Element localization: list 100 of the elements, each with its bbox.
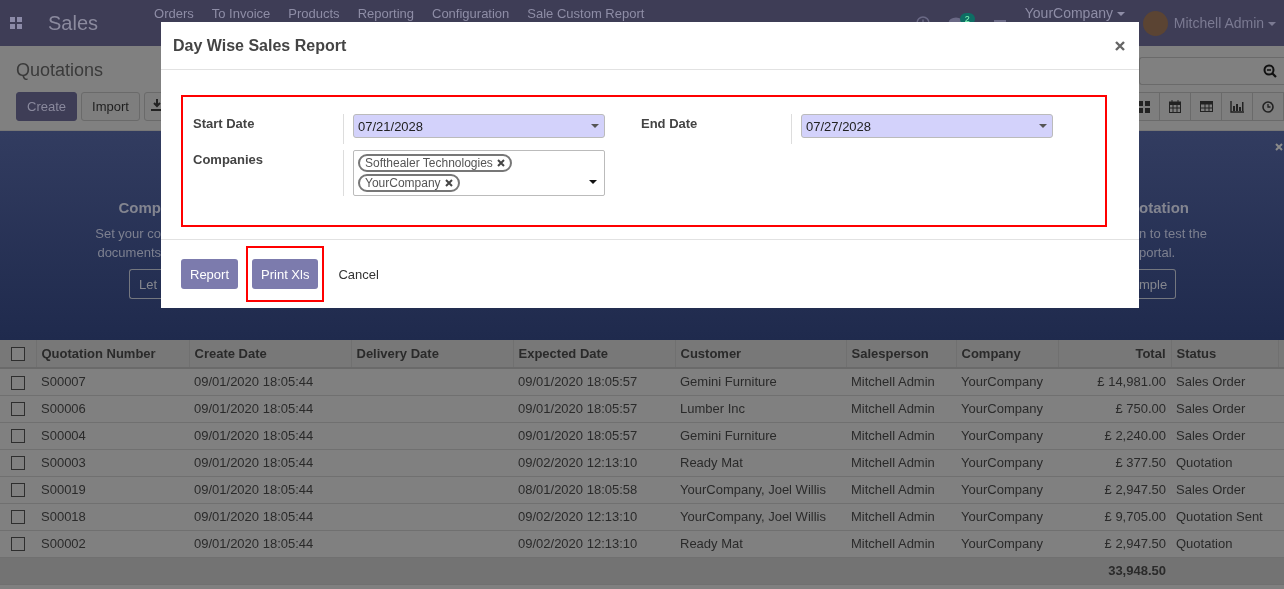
dialog-button[interactable]: Report	[181, 259, 239, 289]
column-header[interactable]: Salesperson	[846, 340, 956, 368]
table-cell: Mitchell Admin	[851, 428, 935, 443]
row-checkbox[interactable]	[11, 456, 25, 471]
column-header[interactable]: Create Date	[189, 340, 351, 368]
close-icon[interactable]	[1115, 40, 1125, 51]
close-icon[interactable]	[1275, 143, 1283, 151]
table-cell: 09/01/2020 18:05:44	[194, 509, 314, 524]
row-checkbox[interactable]	[11, 537, 25, 552]
table-cell: YourCompany	[961, 374, 1043, 390]
table-cell: Gemini Furniture	[680, 428, 777, 443]
calendar-icon	[1169, 100, 1181, 113]
banner-heading: Comp	[118, 199, 161, 216]
create-button[interactable]: Create	[16, 92, 78, 121]
company-switcher[interactable]: YourCompany	[1024, 0, 1125, 21]
menu-item[interactable]: Sale Custom Report	[527, 6, 645, 21]
menu-item[interactable]: Products	[288, 6, 340, 21]
row-checkbox[interactable]	[11, 483, 25, 498]
table-cell: Mitchell Admin	[851, 509, 935, 524]
table-cell: YourCompany, Joel Willis	[680, 509, 826, 524]
app-title: Sales	[48, 11, 99, 35]
table-cell: 09/01/2020 18:05:44	[194, 374, 314, 390]
table-cell: 09/01/2020 18:05:44	[194, 401, 314, 416]
dialog-title: Day Wise Sales Report	[173, 36, 347, 55]
table-cell: Ready Mat	[680, 536, 743, 551]
table-cell: Mitchell Admin	[851, 482, 935, 497]
table-cell: YourCompany	[961, 455, 1043, 470]
remove-icon[interactable]	[444, 179, 453, 187]
select-all-checkbox[interactable]	[10, 347, 25, 362]
remove-icon[interactable]	[496, 159, 505, 167]
table-cell: YourCompany	[961, 428, 1043, 443]
column-header[interactable]: Total	[1058, 340, 1171, 368]
table-cell: 09/02/2020 12:13:10	[518, 455, 638, 470]
field-label: Start Date	[193, 115, 256, 133]
table-cell: Lumber Inc	[680, 401, 746, 416]
date-field[interactable]: 07/21/2028	[353, 114, 605, 138]
table-cell: Quotation	[1176, 455, 1233, 470]
user-avatar	[1142, 10, 1168, 36]
table-cell: 09/01/2020 18:05:44	[194, 428, 314, 443]
table-cell: Sales Order	[1176, 482, 1246, 497]
table-cell: S00002	[41, 536, 86, 551]
dialog-button[interactable]: Print Xls	[252, 259, 319, 289]
company-tag: Softhealer Technologies	[358, 154, 512, 172]
menu-item[interactable]: Orders	[154, 6, 194, 21]
table-cell: S00006	[41, 401, 86, 416]
page-title: Quotations	[16, 60, 105, 81]
table-cell: YourCompany	[961, 482, 1043, 497]
apps-grid-icon[interactable]	[10, 17, 22, 29]
table-cell: £ 2,240.00	[1104, 428, 1166, 443]
banner-text: n to test the	[1139, 225, 1207, 243]
import-button[interactable]: Import	[81, 92, 140, 121]
column-header[interactable]: Quotation Number	[36, 340, 189, 368]
table-cell: 09/01/2020 18:05:57	[518, 374, 638, 390]
row-checkbox[interactable]	[11, 429, 25, 444]
search-field[interactable]	[1139, 57, 1284, 85]
date-field[interactable]: 07/27/2028	[801, 114, 1053, 138]
table-cell: £ 2,947.50	[1104, 482, 1166, 497]
table-cell: Sales Order	[1176, 401, 1246, 416]
search-icon[interactable]	[1263, 64, 1277, 78]
calendar-view-button[interactable]	[1159, 92, 1191, 121]
column-header[interactable]: Delivery Date	[351, 340, 513, 368]
clock-icon	[1262, 100, 1274, 113]
row-checkbox[interactable]	[11, 402, 25, 417]
table-cell: Sales Order	[1176, 428, 1246, 443]
activity-view-button[interactable]	[1252, 92, 1284, 121]
table-cell: Quotation	[1176, 536, 1233, 551]
table-cell: YourCompany	[961, 509, 1043, 524]
table-cell: £ 2,947.50	[1104, 536, 1166, 551]
graph-view-button[interactable]	[1221, 92, 1253, 121]
table-cell: YourCompany	[961, 536, 1043, 551]
row-checkbox[interactable]	[11, 375, 25, 390]
table-cell: Ready Mat	[680, 455, 743, 470]
banner-text: Set your co	[95, 225, 161, 243]
column-header[interactable]: Status	[1171, 340, 1278, 368]
menu-item[interactable]: To Invoice	[211, 6, 271, 21]
table-cell: 09/01/2020 18:05:57	[518, 401, 638, 416]
menu-item[interactable]: Configuration	[432, 6, 510, 21]
column-header[interactable]: Customer	[675, 340, 846, 368]
table-cell: 09/01/2020 18:05:57	[518, 428, 638, 443]
table-cell: £ 9,705.00	[1104, 509, 1166, 524]
column-header[interactable]: Expected Date	[513, 340, 675, 368]
user-menu[interactable]: Mitchell Admin	[1173, 15, 1276, 31]
table-cell: S00007	[41, 374, 86, 390]
table-cell: YourCompany	[961, 401, 1043, 416]
cancel-link[interactable]: Cancel	[332, 259, 385, 289]
table-cell: Mitchell Admin	[851, 536, 935, 551]
companies-field[interactable]: Softhealer Technologies YourCompany	[353, 150, 605, 196]
table-cell: £ 750.00	[1115, 401, 1166, 416]
table-cell: S00003	[41, 455, 86, 470]
table-cell: Mitchell Admin	[851, 401, 935, 416]
row-checkbox[interactable]	[11, 510, 25, 525]
table-cell: 08/01/2020 18:05:58	[518, 482, 638, 497]
banner-text: portal.	[1139, 244, 1176, 262]
table-cell: YourCompany, Joel Willis	[680, 482, 826, 497]
table-cell: 09/01/2020 18:05:44	[194, 482, 314, 497]
column-header[interactable]: Company	[956, 340, 1058, 368]
menu-item[interactable]: Reporting	[357, 6, 414, 21]
banner-text: documents	[97, 244, 161, 262]
grid-icon	[1138, 100, 1150, 113]
list-view-button[interactable]	[1190, 92, 1222, 121]
